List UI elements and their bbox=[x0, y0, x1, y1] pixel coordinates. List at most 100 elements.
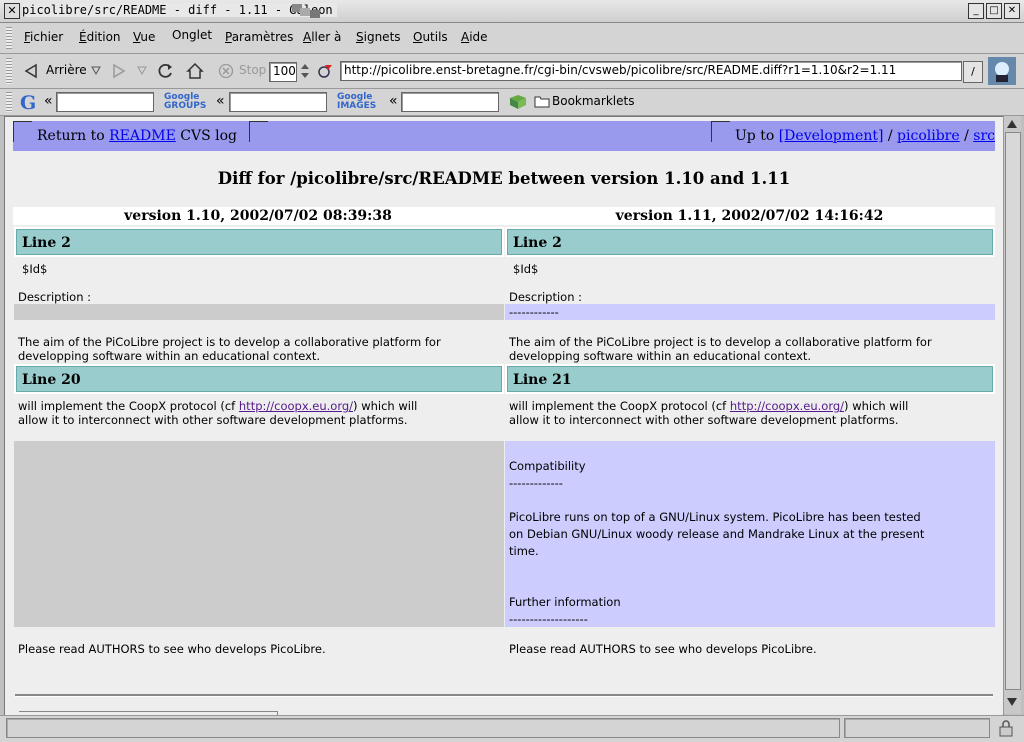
menu-vue[interactable]: Vue bbox=[133, 30, 155, 44]
folder-icon[interactable] bbox=[534, 95, 550, 108]
status-progress bbox=[844, 718, 990, 738]
left-coopx-2: allow it to interconnect with other soft… bbox=[18, 413, 408, 427]
security-lock-icon[interactable] bbox=[996, 719, 1016, 737]
forward-arrow-icon[interactable] bbox=[111, 63, 127, 79]
groups-search-input[interactable] bbox=[229, 92, 327, 112]
zoom-spinner-icon[interactable] bbox=[299, 62, 311, 80]
stop-button[interactable]: Stop bbox=[239, 63, 266, 77]
picolibre-link[interactable]: picolibre bbox=[897, 128, 960, 144]
minimize-button[interactable]: _ bbox=[968, 3, 984, 19]
status-message bbox=[6, 718, 840, 738]
left-coopx-1: will implement the CoopX protocol (cf ht… bbox=[18, 399, 418, 413]
src-link[interactable]: src bbox=[973, 128, 995, 144]
menu-edition[interactable]: Édition bbox=[79, 30, 121, 44]
right-aim-1: The aim of the PiCoLibre project is to d… bbox=[509, 335, 932, 349]
google-images-label[interactable]: Google IMAGES bbox=[337, 93, 385, 111]
right-added-block bbox=[505, 304, 995, 320]
right-hunk1-header: Line 2 bbox=[505, 227, 995, 257]
vertical-scrollbar[interactable] bbox=[1003, 116, 1021, 714]
stop-icon[interactable] bbox=[218, 63, 234, 79]
back-history-icon[interactable] bbox=[91, 66, 101, 76]
runs-line-3: time. bbox=[509, 544, 539, 558]
maximize-button[interactable]: □ bbox=[986, 3, 1002, 19]
images-search-input[interactable] bbox=[401, 92, 499, 112]
close-button[interactable]: ✕ bbox=[1004, 3, 1020, 19]
window-title: picolibre/src/README - diff - 1.11 - Gal… bbox=[22, 3, 337, 17]
left-description: Description : bbox=[18, 290, 92, 304]
right-coopx-link[interactable]: http://coopx.eu.org/ bbox=[730, 399, 844, 413]
nav-corner-left bbox=[13, 121, 32, 142]
cvsweb-nav-bar: Return to README CVS log Up to [Developm… bbox=[13, 121, 995, 151]
bookmarklets-folder[interactable]: Bookmarklets bbox=[552, 94, 634, 108]
right-authors: Please read AUTHORS to see who develops … bbox=[509, 642, 817, 656]
groups-arrow[interactable]: « bbox=[216, 93, 225, 109]
right-coopx-2: allow it to interconnect with other soft… bbox=[509, 413, 899, 427]
right-coopx-1: will implement the CoopX protocol (cf ht… bbox=[509, 399, 909, 413]
google-arrow[interactable]: « bbox=[44, 93, 53, 109]
nav-toolbar: Arrière Stop 100 http://picolibre.enst-b… bbox=[0, 54, 1024, 89]
scroll-thumb[interactable] bbox=[1005, 132, 1021, 690]
url-input[interactable]: http://picolibre.enst-bretagne.fr/cgi-bi… bbox=[340, 61, 962, 81]
compat-heading: Compatibility bbox=[509, 459, 586, 473]
google-groups-label[interactable]: Google GROUPS bbox=[164, 93, 212, 111]
further-dashes: ------------------- bbox=[509, 612, 588, 626]
google-g-icon[interactable]: G bbox=[18, 92, 38, 112]
left-coopx-link[interactable]: http://coopx.eu.org/ bbox=[239, 399, 353, 413]
return-to-log: Return to README CVS log bbox=[37, 128, 237, 144]
compat-dashes: ------------- bbox=[509, 476, 563, 490]
left-removed-block bbox=[14, 304, 504, 320]
menu-aller[interactable]: Aller à bbox=[303, 30, 341, 44]
toolbar-grip[interactable] bbox=[6, 58, 12, 84]
scroll-up-icon[interactable] bbox=[1006, 118, 1018, 130]
searchbar-grip[interactable] bbox=[6, 92, 12, 112]
right-aim-2: developping software within an education… bbox=[509, 349, 812, 363]
right-version: version 1.11, 2002/07/02 14:16:42 bbox=[615, 208, 884, 224]
left-version: version 1.10, 2002/07/02 08:39:38 bbox=[124, 208, 392, 224]
menu-fichier[interactable]: Fichier bbox=[24, 30, 63, 44]
nav-corner-right bbox=[711, 121, 730, 142]
menu-signets[interactable]: Signets bbox=[356, 30, 401, 44]
title-grip-icon bbox=[292, 4, 320, 18]
window-close-icon[interactable]: ✕ bbox=[4, 3, 20, 19]
right-description: Description : bbox=[509, 290, 583, 304]
url-history-button[interactable]: / bbox=[963, 61, 983, 83]
right-description-dashes: ------------ bbox=[509, 305, 559, 319]
left-aim-2: developping software within an education… bbox=[18, 349, 321, 363]
bottom-rule bbox=[15, 694, 993, 697]
search-toolbar: G « Google GROUPS « Google IMAGES « Book… bbox=[0, 89, 1024, 116]
left-authors: Please read AUTHORS to see who develops … bbox=[18, 642, 326, 656]
menu-bar: Fichier Édition Vue Onglet Paramètres Al… bbox=[0, 23, 1024, 54]
menu-parametres[interactable]: Paramètres bbox=[225, 30, 293, 44]
further-heading: Further information bbox=[509, 595, 621, 609]
page-content: Return to README CVS log Up to [Developm… bbox=[4, 116, 1004, 716]
images-arrow[interactable]: « bbox=[389, 93, 398, 109]
runs-line-1: PicoLibre runs on top of a GNU/Linux sys… bbox=[509, 510, 921, 524]
title-bar: ✕ picolibre/src/README - diff - 1.11 - G… bbox=[0, 0, 1024, 23]
menu-outils[interactable]: Outils bbox=[413, 30, 448, 44]
left-hunk2-header: Line 20 bbox=[14, 364, 504, 394]
forward-history-icon[interactable] bbox=[137, 66, 147, 76]
zoom-input[interactable]: 100 bbox=[269, 62, 297, 82]
go-icon[interactable] bbox=[316, 63, 334, 79]
status-bar bbox=[0, 715, 1024, 742]
back-arrow-icon[interactable] bbox=[23, 63, 39, 79]
home-icon[interactable] bbox=[186, 62, 204, 80]
reload-icon[interactable] bbox=[158, 63, 174, 79]
right-id-line: $Id$ bbox=[513, 262, 539, 276]
development-link[interactable]: [Development] bbox=[779, 128, 884, 144]
menu-aide[interactable]: Aide bbox=[461, 30, 488, 44]
left-removed-block-2 bbox=[14, 441, 504, 627]
menu-onglet[interactable]: Onglet bbox=[172, 28, 212, 42]
page-title: Diff for /picolibre/src/README between v… bbox=[217, 169, 791, 188]
svg-text:G: G bbox=[20, 92, 36, 112]
menubar-grip[interactable] bbox=[6, 27, 12, 49]
left-id-line: $Id$ bbox=[22, 262, 48, 276]
book-icon[interactable] bbox=[509, 94, 527, 110]
left-hunk1-header: Line 2 bbox=[14, 227, 504, 257]
right-hunk2-header: Line 21 bbox=[505, 364, 995, 394]
back-button[interactable]: Arrière bbox=[46, 63, 87, 77]
readme-log-link[interactable]: README bbox=[109, 128, 176, 144]
nav-corner-mid bbox=[249, 121, 268, 142]
scroll-down-icon[interactable] bbox=[1006, 696, 1018, 708]
google-search-input[interactable] bbox=[56, 92, 154, 112]
